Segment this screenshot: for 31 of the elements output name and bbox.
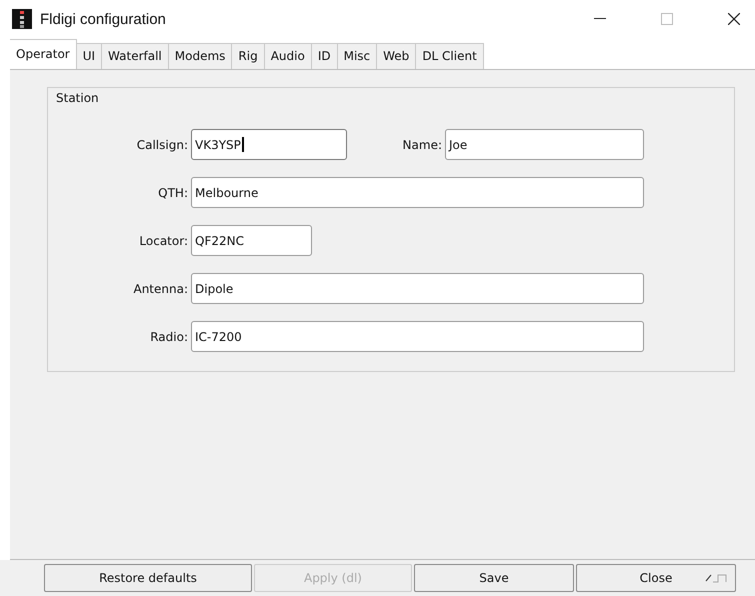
return-key-icon [705, 573, 727, 583]
input-field[interactable]: Joe [445, 129, 644, 160]
tab[interactable]: Audio [264, 43, 312, 69]
input-field[interactable]: QF22NC [191, 225, 312, 256]
minimize-icon[interactable] [594, 18, 606, 20]
button[interactable]: Close [576, 564, 736, 592]
tab[interactable]: Misc [338, 43, 378, 69]
field-label: Radio: [149, 330, 189, 344]
input-field[interactable]: VK3YSP [191, 129, 347, 160]
tab[interactable]: UI [76, 43, 102, 69]
tab[interactable]: ID [312, 43, 338, 69]
field-label: Name: [402, 138, 443, 152]
field-label: QTH: [157, 186, 189, 200]
tab[interactable]: DL Client [416, 43, 484, 69]
window-title: Fldigi configuration [40, 10, 166, 28]
tab[interactable]: Modems [168, 43, 232, 69]
field-label: Callsign: [136, 138, 189, 152]
input-field[interactable]: Melbourne [191, 177, 644, 208]
group-title: Station [56, 91, 100, 105]
app-icon [12, 9, 32, 29]
tab[interactable]: Operator [10, 39, 77, 69]
field-label: Locator: [138, 234, 189, 248]
input-field[interactable]: IC-7200 [191, 321, 644, 352]
button[interactable]: Restore defaults [44, 564, 252, 592]
input-field[interactable]: Dipole [191, 273, 644, 304]
tab[interactable]: Web [377, 43, 416, 69]
field-label: Antenna: [132, 282, 189, 296]
tab[interactable]: Waterfall [102, 43, 169, 69]
button[interactable]: Save [414, 564, 574, 592]
close-icon[interactable] [728, 13, 740, 25]
tab[interactable]: Rig [232, 43, 265, 69]
